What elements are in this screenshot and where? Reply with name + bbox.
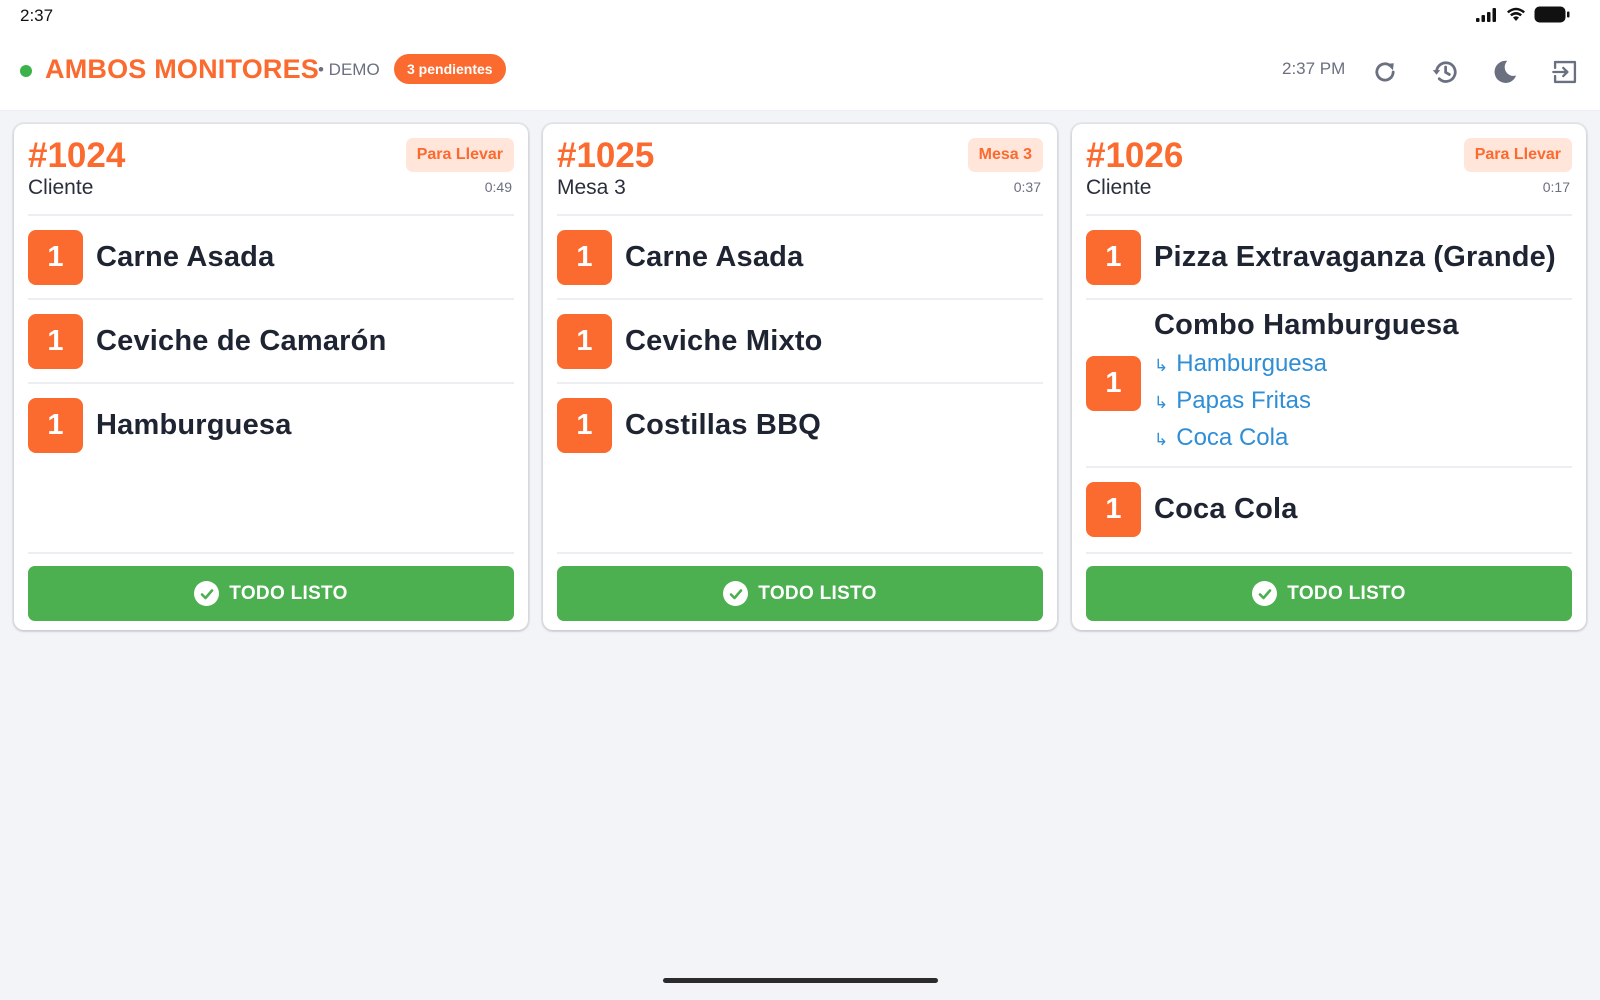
demo-mode-label: • DEMO [318,60,380,79]
pending-count-badge: 3 pendientes [394,54,506,84]
order-item[interactable]: 1 Carne Asada [557,216,1043,300]
order-item[interactable]: 1 Carne Asada [28,216,514,300]
header-clock: 2:37 PM [1282,59,1346,78]
order-ready-label: TODO LISTO [1287,582,1406,604]
item-quantity: 1 [28,397,83,453]
item-name: Ceviche Mixto [625,324,823,357]
item-name: Ceviche de Camarón [96,324,387,357]
item-modifier: ↳ Papas Fritas [1154,387,1311,414]
battery-icon [1534,6,1570,23]
item-name: Combo Hamburguesa [1154,309,1459,341]
order-items: 1 Carne Asada 1 Ceviche de Camarón 1 Ham… [28,216,514,466]
item-name: Coca Cola [1154,492,1298,525]
order-items: 1 Pizza Extravaganza (Grande) 1 Combo Ha… [1086,216,1572,550]
order-card: #1024 Cliente Para Llevar 0:49 1 Carne A… [14,124,528,630]
item-modifier: ↳ Coca Cola [1154,424,1289,451]
status-time: 2:37 [20,6,54,25]
check-circle-icon [723,581,749,606]
status-icons [1476,6,1570,23]
item-name: Hamburguesa [96,408,292,441]
item-name: Carne Asada [625,240,804,273]
check-circle-icon [194,581,220,606]
online-status-dot [20,65,32,77]
order-item[interactable]: 1 Costillas BBQ [557,384,1043,466]
subitem-arrow-icon: ↳ [1154,430,1169,449]
order-type-badge: Para Llevar [405,138,514,172]
order-customer: Cliente [1086,176,1152,199]
item-modifier: ↳ Hamburguesa [1154,350,1327,377]
order-ready-button[interactable]: TODO LISTO [557,566,1043,621]
order-item[interactable]: 1 Combo Hamburguesa ↳ Hamburguesa ↳ Papas … [1086,300,1572,468]
monitor-title: AMBOS MONITORES [45,54,320,84]
moon-icon [1494,60,1517,83]
cellular-signal-icon [1476,7,1496,22]
history-button[interactable] [1427,54,1463,90]
order-items: 1 Carne Asada 1 Ceviche Mixto 1 Costilla… [557,216,1043,466]
order-footer: TODO LISTO [557,552,1043,632]
status-bar: 2:37 [0,0,1600,30]
item-name: Costillas BBQ [625,408,821,441]
check-circle-icon [1252,581,1278,606]
logout-icon [1552,60,1577,84]
order-number: #1025 [557,136,655,175]
item-quantity: 1 [557,397,612,453]
order-elapsed-time: 0:37 [1013,179,1041,195]
order-ready-label: TODO LISTO [229,582,348,604]
dark-mode-button[interactable] [1487,54,1523,90]
order-item[interactable]: 1 Ceviche de Camarón [28,300,514,384]
logout-button[interactable] [1547,54,1583,90]
order-ready-button[interactable]: TODO LISTO [1086,566,1572,621]
order-ready-label: TODO LISTO [758,582,877,604]
refresh-button[interactable] [1367,54,1403,90]
order-footer: TODO LISTO [1086,552,1572,632]
wifi-icon [1507,7,1525,21]
order-type-badge: Para Llevar [1463,138,1572,172]
order-item[interactable]: 1 Ceviche Mixto [557,300,1043,384]
order-number: #1024 [28,136,126,175]
item-quantity: 1 [557,313,612,369]
item-name: Pizza Extravaganza (Grande) [1154,240,1556,273]
item-modifiers: ↳ Hamburguesa ↳ Papas Fritas ↳ Coca Cola [1154,346,1459,457]
order-elapsed-time: 0:17 [1542,179,1570,195]
order-elapsed-time: 0:49 [484,179,512,195]
order-footer: TODO LISTO [28,552,514,632]
refresh-icon [1375,62,1395,82]
subitem-arrow-icon: ↳ [1154,356,1169,375]
item-quantity: 1 [1086,229,1141,285]
order-customer: Mesa 3 [557,176,626,199]
item-quantity: 1 [28,229,83,285]
item-name: Carne Asada [96,240,275,273]
order-number: #1026 [1086,136,1184,175]
history-icon [1432,61,1457,83]
item-quantity: 1 [557,229,612,285]
home-indicator[interactable] [663,978,938,983]
item-quantity: 1 [28,313,83,369]
order-card: #1025 Mesa 3 Mesa 3 0:37 1 Carne Asada 1… [543,124,1057,630]
item-quantity: 1 [1086,481,1141,537]
order-item[interactable]: 1 Pizza Extravaganza (Grande) [1086,216,1572,300]
item-quantity: 1 [1086,355,1141,411]
order-type-badge: Mesa 3 [967,138,1043,172]
top-bar: AMBOS MONITORES • DEMO 3 pendientes 2:37… [0,30,1600,111]
order-item[interactable]: 1 Hamburguesa [28,384,514,466]
subitem-arrow-icon: ↳ [1154,393,1169,412]
order-ready-button[interactable]: TODO LISTO [28,566,514,621]
order-header: #1026 Cliente Para Llevar 0:17 [1086,124,1572,216]
order-customer: Cliente [28,176,94,199]
order-card: #1026 Cliente Para Llevar 0:17 1 Pizza E… [1072,124,1586,630]
order-header: #1025 Mesa 3 Mesa 3 0:37 [557,124,1043,216]
order-item[interactable]: 1 Coca Cola [1086,468,1572,550]
order-header: #1024 Cliente Para Llevar 0:49 [28,124,514,216]
